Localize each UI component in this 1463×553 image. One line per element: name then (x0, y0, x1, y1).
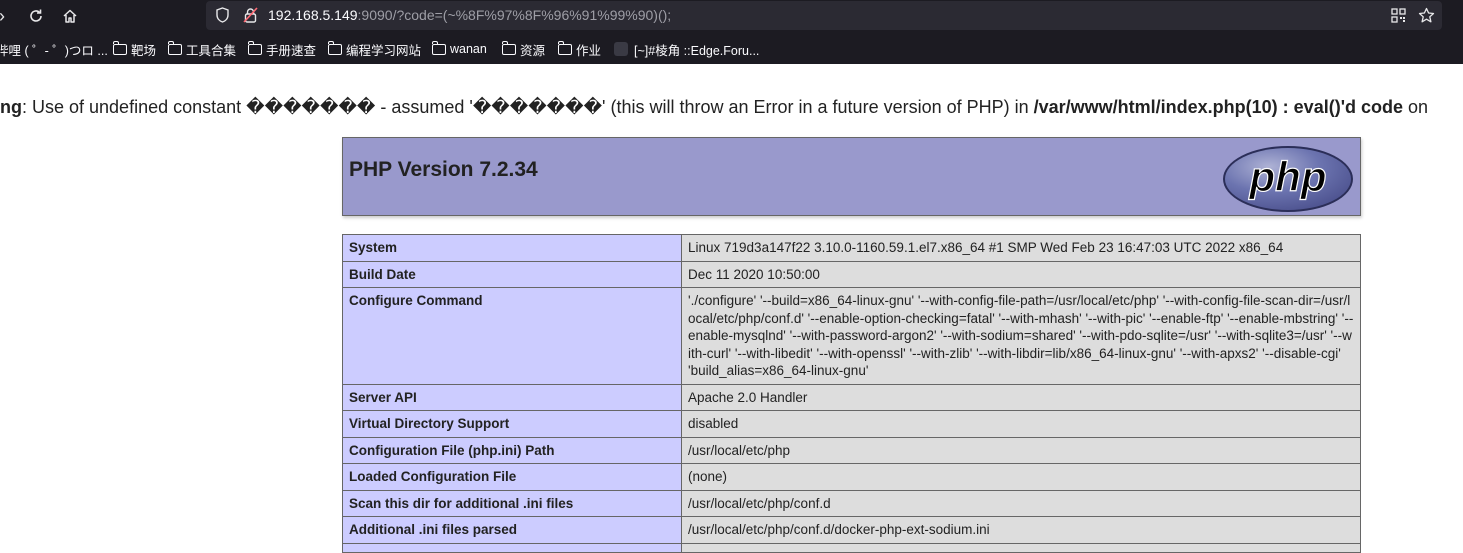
config-value: Apache 2.0 Handler (681, 383, 1361, 411)
table-row: Configuration File (php.ini) Path/usr/lo… (342, 436, 1361, 464)
bookmark-folder-wanan[interactable]: wanan (431, 38, 487, 60)
bookmark-label: 编程学习网站 (346, 43, 422, 58)
folder-icon (167, 40, 182, 55)
bookmark-folder-tools[interactable]: 工具合集 (167, 38, 237, 60)
folder-icon (327, 40, 342, 55)
config-key: Configuration File (php.ini) Path (342, 436, 682, 464)
config-value: Linux 719d3a147f22 3.10.0-1160.59.1.el7.… (681, 234, 1361, 262)
bookmark-label: 作业 (576, 43, 602, 58)
url-text[interactable]: 192.168.5.149:9090/?code=(~%8F%97%8F%96%… (268, 7, 671, 23)
home-icon[interactable] (56, 2, 84, 30)
qr-code-icon[interactable] (1389, 6, 1407, 24)
warning-label: ng (0, 97, 22, 117)
folder-icon (112, 40, 127, 55)
table-row: Additional .ini files parsed/usr/local/e… (342, 516, 1361, 544)
bookmark-folder-learning[interactable]: 编程学习网站 (327, 38, 422, 60)
bookmark-label: wanan (450, 42, 487, 56)
table-row: Server API Apache 2.0 Handler (342, 383, 1361, 411)
bookmark-edge-forum[interactable]: [~]#棱角 ::Edge.Foru... (614, 38, 759, 60)
config-value: /usr/local/etc/php/conf.d/docker-php-ext… (681, 516, 1361, 544)
insecure-lock-icon[interactable] (241, 6, 259, 24)
config-key: Virtual Directory Support (342, 410, 682, 438)
folder-icon (501, 40, 516, 55)
config-key: Build Date (342, 260, 682, 288)
garbled-constant: ������� (472, 97, 603, 117)
table-row: System Linux 719d3a147f22 3.10.0-1160.59.… (342, 234, 1361, 262)
bookmark-label: 工具合集 (186, 43, 237, 58)
bookmark-label: 靶场 (131, 43, 157, 58)
config-key: System (342, 234, 682, 262)
folder-icon (557, 40, 572, 55)
bookmark-label: 手册速查 (266, 43, 317, 58)
table-row: Build Date Dec 11 2020 10:50:00 (342, 260, 1361, 288)
forward-icon[interactable]: › (0, 2, 10, 30)
warning-text: on (1402, 97, 1429, 117)
phpinfo-panel: PHP Version 7.2.34 php System Linux 719d3… (342, 137, 1361, 553)
config-value: (none) (681, 463, 1361, 491)
table-row: Scan this dir for additional .ini files /… (342, 489, 1361, 517)
shield-icon[interactable] (213, 6, 231, 24)
config-value: './configure' '--build=x86_64-linux-gnu'… (681, 287, 1361, 385)
php-warning-message: ng: Use of undefined constant ������� - … (0, 97, 1428, 118)
bookmark-folder-range[interactable]: 靶场 (112, 38, 157, 60)
reload-icon[interactable] (22, 2, 50, 30)
bookmarks-toolbar: 哔哩 ( ゜- ゜)つロ ... 靶场 工具合集 手册速查 编程学习网站 wan… (0, 38, 1463, 60)
bookmark-bilibili[interactable]: 哔哩 ( ゜- ゜)つロ ... (0, 38, 108, 60)
garbled-constant: ������� (246, 97, 376, 117)
bookmark-star-icon[interactable] (1417, 6, 1435, 24)
php-version-title: PHP Version 7.2.34 (349, 158, 538, 181)
warning-text: ' (this will throw an Error in a future … (602, 97, 1034, 117)
php-logo-text: php (1249, 153, 1327, 200)
folder-icon (431, 40, 446, 55)
config-key: Server API (342, 383, 682, 411)
table-row: Loaded Configuration File (none) (342, 463, 1361, 491)
config-key: Loaded Configuration File (342, 463, 682, 491)
url-host: 192.168.5.149 (268, 7, 358, 23)
bookmark-label: 资源 (520, 43, 546, 58)
config-value: disabled (681, 410, 1361, 438)
bookmark-folder-resources[interactable]: 资源 (501, 38, 546, 60)
table-row: Virtual Directory Support disabled (342, 410, 1361, 438)
folder-icon (247, 40, 262, 55)
site-favicon (614, 42, 628, 56)
config-value: /usr/local/etc/php (681, 436, 1361, 464)
url-path: :9090/?code=(~%8F%97%8F%96%91%99%90)(); (357, 7, 672, 23)
warning-text: - assumed ' (375, 97, 473, 117)
address-bar[interactable]: 192.168.5.149:9090/?code=(~%8F%97%8F%96%… (206, 1, 1442, 30)
config-value: /usr/local/etc/php/conf.d (681, 489, 1361, 517)
warning-text: : Use of undefined constant (22, 97, 247, 117)
bookmark-label: [~]#棱角 ::Edge.Foru... (634, 43, 760, 58)
table-row: Configure Command './configure' '--build=… (342, 287, 1361, 385)
config-key: Configure Command (342, 287, 682, 385)
browser-toolbar: › 192.168.5.149:9090/?code=(~%8F%97%8F%9… (0, 0, 1463, 64)
bookmark-folder-homework[interactable]: 作业 (557, 38, 602, 60)
phpinfo-table: System Linux 719d3a147f22 3.10.0-1160.59.… (342, 234, 1361, 553)
php-version-header: PHP Version 7.2.34 php (342, 137, 1361, 216)
bookmark-label: 哔哩 ( ゜- ゜)つロ ... (0, 43, 108, 58)
config-key: Scan this dir for additional .ini files (342, 489, 682, 517)
php-logo: php (1223, 146, 1353, 212)
config-key: Additional .ini files parsed (342, 516, 682, 544)
warning-file-path: /var/www/html/index.php(10) : eval()'d c… (1033, 97, 1403, 117)
config-value: Dec 11 2020 10:50:00 (681, 260, 1361, 288)
bookmark-folder-manuals[interactable]: 手册速查 (247, 38, 317, 60)
